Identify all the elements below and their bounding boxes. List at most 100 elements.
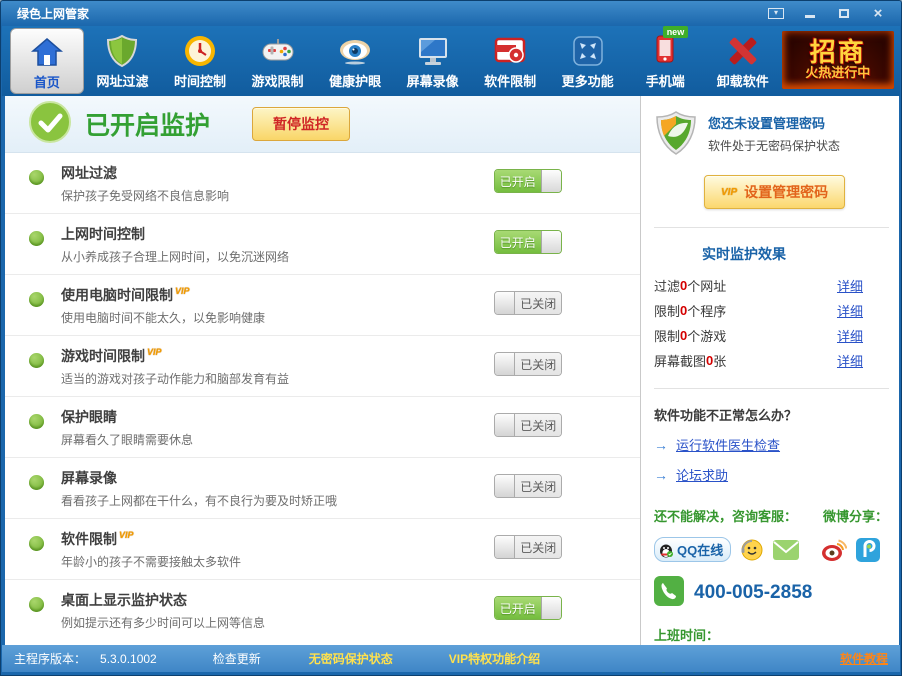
feature-row-software-limit: 软件限制VIP 年龄小的孩子不需要接触太多软件 已关闭: [5, 519, 640, 580]
phone-icon: [654, 576, 684, 609]
shield-logo-icon: [654, 110, 698, 159]
troubleshoot-link-row: → 论坛求助: [654, 465, 889, 484]
nav-home[interactable]: 首页: [10, 28, 84, 94]
status-dot-icon: [29, 231, 44, 246]
feature-row-url-filter: 网址过滤 保护孩子免受网络不良信息影响 已开启: [5, 153, 640, 214]
nav-more-features[interactable]: 更多功能: [549, 28, 627, 94]
vip-badge: VIP: [119, 530, 134, 540]
nav-url-filter[interactable]: 网址过滤: [84, 28, 162, 94]
arrow-icon: →: [654, 437, 668, 453]
toggle-game-time-limit[interactable]: 已关闭: [494, 352, 562, 376]
feature-row-game-time-limit: 游戏时间限制VIP 适当的游戏对孩子动作能力和脑部发育有益 已关闭: [5, 336, 640, 397]
set-password-button[interactable]: VIP 设置管理密码: [704, 175, 845, 209]
feature-row-desktop-status: 桌面上显示监护状态 例如提示还有多少时间可以上网等信息 已开启: [5, 580, 640, 641]
divider: [654, 388, 889, 389]
check-update-link[interactable]: 检查更新: [213, 650, 261, 667]
toggle-url-filter[interactable]: 已开启: [494, 169, 562, 193]
toolbar: 首页 网址过滤 时间控制 游戏限制 健康护眼: [2, 26, 900, 96]
toggle-time-control[interactable]: 已开启: [494, 230, 562, 254]
new-badge: new: [663, 26, 689, 38]
software-tutorial-link[interactable]: 软件教程: [840, 650, 888, 667]
password-notice-line2: 软件处于无密码保护状态: [708, 137, 840, 154]
vip-intro-link[interactable]: VIP特权功能介绍: [449, 650, 540, 667]
sidebar: 您还未设置管理密码 软件处于无密码保护状态 VIP 设置管理密码 实时监护效果 …: [642, 96, 899, 647]
status-check-icon: [29, 101, 71, 148]
nav-game-limit[interactable]: 游戏限制: [239, 28, 317, 94]
software-limit-icon: [492, 28, 528, 68]
skin-menu-button[interactable]: ▾: [763, 4, 789, 22]
service-label: 还不能解决，咨询客服：: [654, 506, 797, 525]
eye-icon: [337, 28, 373, 68]
stat-row-screenshots: 屏幕截图0张 详细: [654, 351, 889, 370]
run-software-doctor-link[interactable]: 运行软件医生检查: [676, 435, 780, 454]
detail-link-programs[interactable]: 详细: [837, 301, 863, 320]
detail-link-screenshots[interactable]: 详细: [837, 351, 863, 370]
feature-row-time-control: 上网时间控制 从小养成孩子合理上网时间，以免沉迷网络 已开启: [5, 214, 640, 275]
shield-icon: [105, 28, 139, 68]
vip-badge: VIP: [147, 347, 162, 357]
hotline-number: 400-005-2858: [694, 582, 812, 604]
troubleshoot-title: 软件功能不正常怎么办？: [654, 405, 889, 424]
more-features-icon: [571, 28, 605, 68]
tencent-weibo-icon[interactable]: [856, 538, 880, 562]
feature-row-eye-protect: 保护眼睛 屏幕看久了眼睛需要休息 已关闭: [5, 397, 640, 458]
vip-badge: VIP: [721, 187, 737, 198]
status-dot-icon: [29, 292, 44, 307]
contact-icons-row: QQ在线: [654, 537, 889, 562]
customer-service-smiley-icon[interactable]: [740, 538, 764, 562]
nav-mobile[interactable]: new 手机端: [626, 28, 704, 94]
nav-time-control[interactable]: 时间控制: [161, 28, 239, 94]
contact-labels: 还不能解决，咨询客服： 微博分享：: [654, 506, 889, 525]
status-dot-icon: [29, 475, 44, 490]
stat-row-limited-games: 限制0个游戏 详细: [654, 326, 889, 345]
promo-line1: 招商: [810, 39, 866, 65]
app-window: 绿色上网管家 ▾ × 首页 网址过滤 时间控制: [0, 0, 902, 676]
status-dot-icon: [29, 536, 44, 551]
promo-banner[interactable]: 招商 火热进行中: [782, 31, 894, 89]
monitor-icon: [415, 28, 451, 68]
toggle-software-limit[interactable]: 已关闭: [494, 535, 562, 559]
home-icon: [30, 29, 64, 69]
stat-row-limited-programs: 限制0个程序 详细: [654, 301, 889, 320]
nav-eye-care[interactable]: 健康护眼: [316, 28, 394, 94]
toggle-computer-time-limit[interactable]: 已关闭: [494, 291, 562, 315]
maximize-button[interactable]: [831, 4, 857, 22]
email-icon[interactable]: [773, 540, 799, 560]
qq-online-button[interactable]: QQ在线: [654, 537, 731, 562]
mobile-phone-icon: new: [648, 28, 682, 68]
status-dot-icon: [29, 353, 44, 368]
promo-line2: 火热进行中: [805, 65, 870, 81]
nav-software-limit[interactable]: 软件限制: [471, 28, 549, 94]
detail-link-urls[interactable]: 详细: [837, 276, 863, 295]
toggle-desktop-status[interactable]: 已开启: [494, 596, 562, 620]
gamepad-icon: [260, 28, 296, 68]
hotline-row: 400-005-2858: [654, 576, 889, 609]
password-notice-line1: 您还未设置管理密码: [708, 113, 840, 132]
toggle-screen-record[interactable]: 已关闭: [494, 474, 562, 498]
clock-icon: [183, 28, 217, 68]
nav-uninstall[interactable]: 卸载软件: [704, 28, 782, 94]
minimize-button[interactable]: [797, 4, 823, 22]
arrow-icon: →: [654, 467, 668, 483]
monitor-status-text: 已开启监护: [85, 106, 210, 142]
monitor-status-band: 已开启监护 暂停监控: [5, 96, 640, 153]
forum-help-link[interactable]: 论坛求助: [676, 465, 728, 484]
weibo-share-label: 微博分享：: [823, 506, 888, 525]
sina-weibo-icon[interactable]: [821, 538, 847, 562]
qq-penguin-icon: [658, 542, 674, 558]
vip-badge: VIP: [175, 286, 190, 296]
protection-status-link[interactable]: 无密码保护状态: [309, 650, 393, 667]
monitor-stats-title: 实时监护效果: [702, 244, 889, 264]
toggle-eye-protect[interactable]: 已关闭: [494, 413, 562, 437]
titlebar: 绿色上网管家 ▾ ×: [1, 1, 901, 26]
feature-row-computer-time-limit: 使用电脑时间限制VIP 使用电脑时间不能太久，以免影响健康 已关闭: [5, 275, 640, 336]
nav-screen-record[interactable]: 屏幕录像: [394, 28, 472, 94]
divider: [654, 227, 889, 228]
pause-monitor-button[interactable]: 暂停监控: [252, 107, 350, 141]
main-area: 已开启监护 暂停监控 网址过滤 保护孩子免受网络不良信息影响 已开启 上网时间控…: [5, 96, 899, 647]
feature-row-screen-record: 屏幕录像 看看孩子上网都在干什么，有不良行为要及时矫正哦 已关闭: [5, 458, 640, 519]
status-dot-icon: [29, 170, 44, 185]
detail-link-games[interactable]: 详细: [837, 326, 863, 345]
status-dot-icon: [29, 414, 44, 429]
close-button[interactable]: ×: [865, 4, 891, 22]
